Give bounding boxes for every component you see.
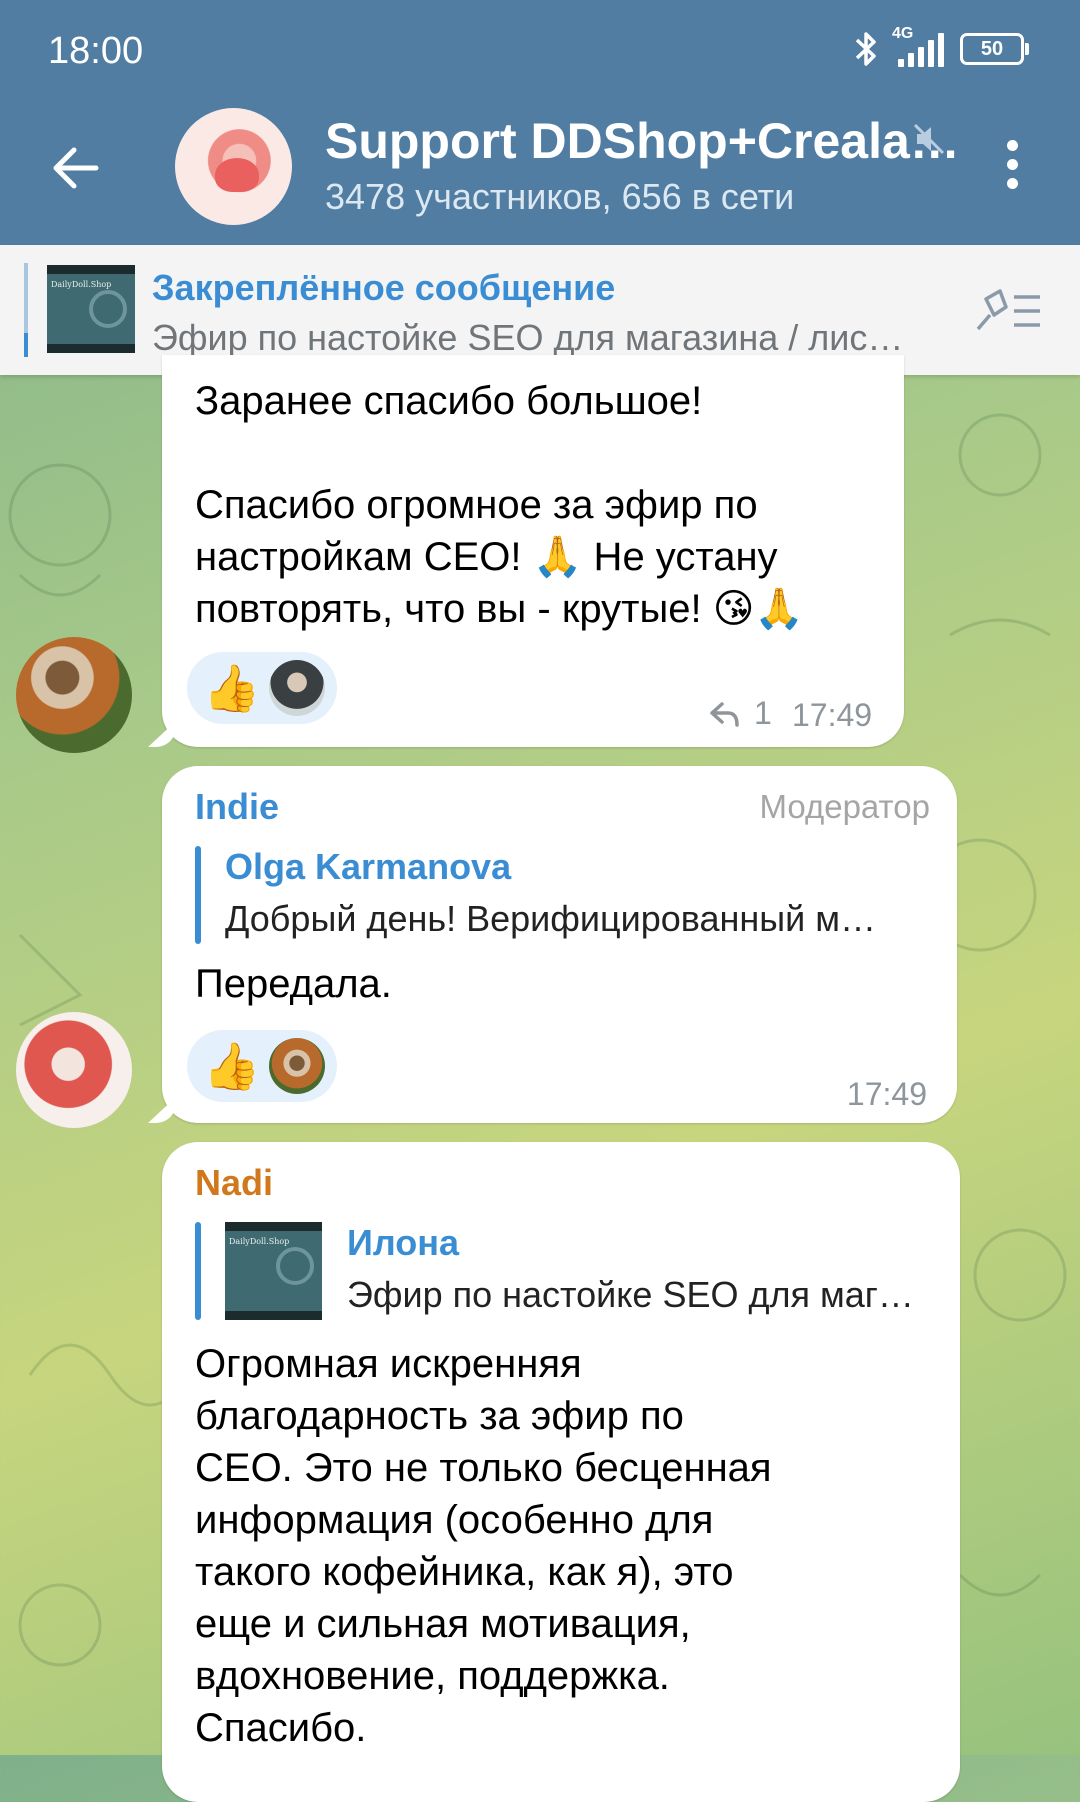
sender-role-badge: Модератор: [759, 788, 930, 825]
reply-quote-author[interactable]: Илона: [347, 1222, 459, 1264]
message-text: Заранее спасибо большое! Спасибо огромно…: [195, 379, 805, 631]
thumbs-up-icon: 👍: [203, 1039, 261, 1092]
message-time: 17:49: [846, 1076, 927, 1112]
reply-quote-thumbnail: DailyDoll.Shop: [225, 1222, 322, 1320]
battery-icon: 50: [960, 33, 1029, 65]
pinned-title: Закреплённое сообщение: [152, 267, 616, 308]
status-icons: 4G 50: [852, 25, 1029, 70]
app-header: 18:00 4G 50 Support DDShop+Creala… 3478 …: [0, 0, 1080, 245]
reaction-chip[interactable]: 👍: [187, 652, 337, 724]
message-time: 17:49: [792, 697, 873, 733]
reactor-avatar: [269, 660, 325, 716]
sender-avatar[interactable]: [16, 637, 132, 753]
message-bubble[interactable]: Nadi DailyDoll.Shop Илона Эфир по настой…: [162, 1142, 960, 1802]
signal-icon: 4G: [892, 25, 944, 67]
pinned-text: Эфир по настойке SEO для магазина / лис…: [152, 317, 904, 358]
sender-avatar[interactable]: [16, 1012, 132, 1128]
battery-level: 50: [980, 37, 1004, 60]
message-text: Огромная искренняя благодарность за эфир…: [195, 1342, 772, 1750]
chat-title[interactable]: Support DDShop+Creala…: [325, 112, 960, 170]
reply-quote-author[interactable]: Olga Karmanova: [225, 846, 511, 888]
pinned-list-icon[interactable]: [972, 287, 1044, 335]
network-type: 4G: [892, 25, 914, 42]
group-avatar[interactable]: [175, 108, 292, 225]
sender-name[interactable]: Nadi: [195, 1162, 273, 1204]
bluetooth-icon: [855, 32, 876, 66]
pinned-thumbnail: DailyDoll.Shop: [47, 265, 135, 353]
message-bubble[interactable]: Заранее спасибо большое! Спасибо огромно…: [162, 355, 904, 747]
reply-quote-bar: [195, 1222, 201, 1320]
message-text: Передала.: [195, 962, 392, 1006]
more-menu-icon[interactable]: [1000, 140, 1024, 196]
reactor-avatar: [269, 1038, 325, 1094]
reply-quote-text[interactable]: Эфир по настойке SEO для маг…: [347, 1274, 914, 1316]
chat-member-count: 3478 участников, 656 в сети: [325, 176, 795, 217]
back-arrow-icon[interactable]: [48, 140, 104, 196]
pinned-indicator: [24, 263, 28, 357]
thumbs-up-icon: 👍: [203, 661, 261, 714]
status-time: 18:00: [48, 30, 144, 72]
reply-arrow-icon: [710, 701, 739, 727]
muted-speaker-icon: [913, 123, 945, 155]
sender-name[interactable]: Indie: [195, 786, 279, 828]
reply-count: 1: [754, 695, 772, 731]
reply-quote-text[interactable]: Добрый день! Верифицированный м…: [225, 898, 876, 940]
message-bubble[interactable]: Indie Модератор Olga Karmanova Добрый де…: [162, 766, 957, 1123]
reply-quote-bar: [195, 846, 201, 944]
replies-indicator[interactable]: 1: [708, 695, 772, 732]
reaction-chip[interactable]: 👍: [187, 1030, 337, 1102]
